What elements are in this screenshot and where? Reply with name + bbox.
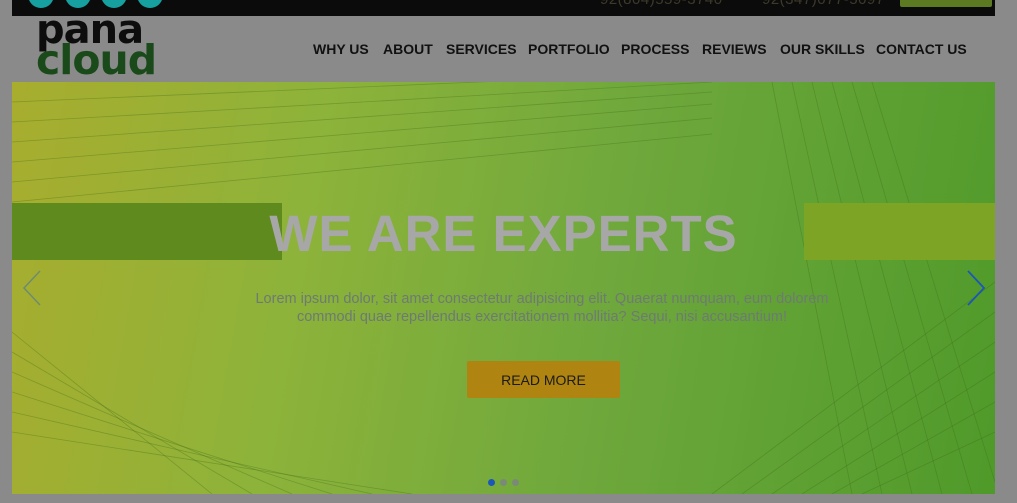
nav-about[interactable]: ABOUT (383, 41, 446, 57)
logo-word-cloud: cloud (36, 36, 157, 84)
slider-pagination (488, 479, 519, 486)
hero-background-lines (12, 82, 995, 494)
nav-reviews[interactable]: REVIEWS (702, 41, 780, 57)
nav-contact-us[interactable]: CONTACT US (876, 41, 967, 57)
nav-portfolio[interactable]: PORTFOLIO (528, 41, 621, 57)
nav-process[interactable]: PROCESS (621, 41, 702, 57)
nav-why-us[interactable]: WHY US (313, 41, 383, 57)
page-bottom-strip (0, 494, 1017, 503)
slider-dot-1[interactable] (488, 479, 495, 486)
hero-slider: WE ARE EXPERTS Lorem ipsum dolor, sit am… (12, 82, 995, 494)
main-nav: WHY US ABOUT SERVICES PORTFOLIO PROCESS … (313, 41, 967, 57)
logo[interactable]: pana cloud (28, 0, 168, 82)
top-bar-button[interactable] (900, 0, 992, 7)
chevron-right-icon (967, 270, 986, 306)
hero-text: Lorem ipsum dolor, sit amet consectetur … (255, 291, 829, 325)
nav-our-skills[interactable]: OUR SKILLS (780, 41, 876, 57)
phone-number-2[interactable]: 92(347)077-5097 (762, 0, 885, 8)
slider-dot-3[interactable] (512, 479, 519, 486)
nav-services[interactable]: SERVICES (446, 41, 528, 57)
phone-number-1[interactable]: 92(804)559-3740 (600, 0, 723, 8)
slider-dot-2[interactable] (500, 479, 507, 486)
slider-next-button[interactable] (966, 270, 986, 306)
chevron-left-icon (22, 270, 41, 306)
hero-title: WE ARE EXPERTS (269, 205, 738, 262)
slider-prev-button[interactable] (22, 270, 42, 306)
read-more-button[interactable]: READ MORE (467, 361, 620, 398)
